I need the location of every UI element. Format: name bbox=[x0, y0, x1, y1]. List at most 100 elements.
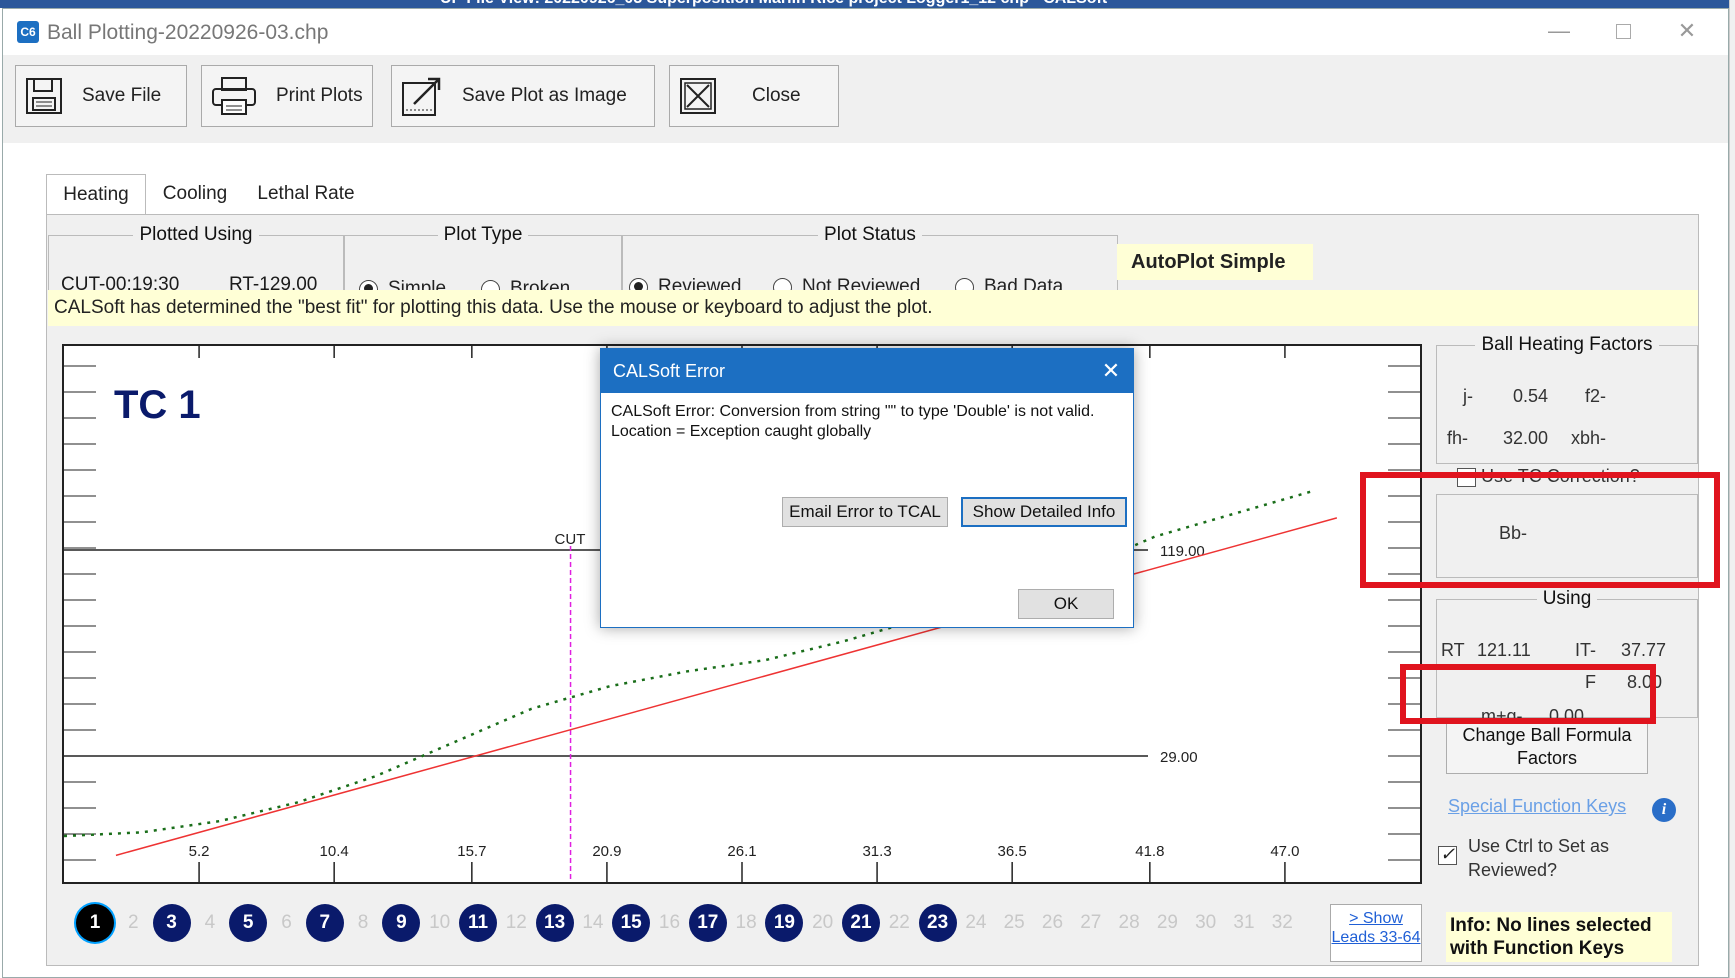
printer-icon bbox=[212, 77, 256, 115]
show-leads-link[interactable]: > Show Leads 33-64 bbox=[1330, 904, 1422, 962]
lead-5-button[interactable]: 5 bbox=[229, 904, 268, 942]
tab-lethal-rate[interactable]: Lethal Rate bbox=[248, 174, 364, 214]
lead-6-button[interactable]: 6 bbox=[268, 904, 306, 942]
ball-factors-group: Ball Heating Factors j- 0.54 f2- fh- 32.… bbox=[1436, 334, 1698, 487]
lead-30-button[interactable]: 30 bbox=[1187, 904, 1225, 942]
reference-label-upper: 119.00 bbox=[1160, 543, 1205, 560]
plot-type-legend: Plot Type bbox=[443, 224, 523, 245]
lead-28-button[interactable]: 28 bbox=[1110, 904, 1148, 942]
tab-cooling[interactable]: Cooling bbox=[150, 174, 240, 214]
lead-23-button[interactable]: 23 bbox=[918, 904, 957, 942]
j-label: j- bbox=[1463, 386, 1473, 406]
lead-8-button[interactable]: 8 bbox=[344, 904, 382, 942]
error-dialog-title[interactable]: CALSoft Error bbox=[601, 349, 1133, 393]
lead-21-button[interactable]: 21 bbox=[842, 904, 880, 942]
background-window-edge bbox=[1729, 0, 1735, 978]
close-box-icon bbox=[680, 78, 716, 114]
highlight-box-mg bbox=[1400, 664, 1656, 724]
f2-label: f2- bbox=[1585, 386, 1607, 406]
close-window-button[interactable]: ✕ bbox=[1667, 15, 1707, 47]
email-error-button[interactable]: Email Error to TCAL bbox=[782, 497, 948, 527]
info-icon[interactable]: i bbox=[1652, 798, 1676, 822]
fh-value: 32.00 bbox=[1503, 428, 1549, 448]
error-message-line2: Location = Exception caught globally bbox=[611, 423, 872, 440]
window-title: Ball Plotting-20220926-03.chp bbox=[47, 21, 329, 44]
using-it-label: IT- bbox=[1575, 640, 1596, 660]
lead-10-button[interactable]: 10 bbox=[421, 904, 459, 942]
using-it-value: 37.77 bbox=[1621, 640, 1667, 660]
x-tick-label: 36.5 bbox=[998, 843, 1027, 860]
background-window-title: UP File View: 20220926_03 Superposition … bbox=[440, 0, 1107, 8]
error-dialog: CALSoft Error ✕ CALSoft Error: Conversio… bbox=[600, 348, 1134, 628]
x-tick-label: 26.1 bbox=[727, 843, 756, 860]
chart-title: TC 1 bbox=[114, 383, 201, 427]
lead-14-button[interactable]: 14 bbox=[574, 904, 612, 942]
lead-15-button[interactable]: 15 bbox=[612, 904, 651, 942]
error-dialog-title-text: CALSoft Error bbox=[613, 360, 726, 381]
close-button[interactable]: Close bbox=[669, 65, 839, 127]
plot-type-group: Plot Type Simple Broken bbox=[344, 224, 622, 299]
j-value: 0.54 bbox=[1513, 386, 1549, 406]
floppy-disk-icon bbox=[26, 78, 62, 114]
toolbar: Save File Print Plots Save Plot as Image… bbox=[3, 55, 1728, 143]
lead-20-button[interactable]: 20 bbox=[804, 904, 842, 942]
reference-label-lower: 29.00 bbox=[1160, 749, 1198, 766]
xbh-label: xbh- bbox=[1571, 428, 1607, 448]
save-file-label: Save File bbox=[82, 85, 162, 106]
plotted-using-group: Plotted Using CUT-00:19:30 RT-129.00 bbox=[48, 224, 344, 295]
error-message-line1: CALSoft Error: Conversion from string ""… bbox=[611, 403, 1095, 420]
lead-13-button[interactable]: 13 bbox=[535, 904, 574, 942]
title-bar[interactable]: C6 Ball Plotting-20220926-03.chp — ✕ bbox=[3, 9, 1728, 55]
ok-button[interactable]: OK bbox=[1018, 589, 1114, 619]
using-rt-value: 121.11 bbox=[1477, 640, 1531, 660]
show-detailed-info-button[interactable]: Show Detailed Info bbox=[961, 497, 1127, 527]
lead-17-button[interactable]: 17 bbox=[688, 904, 727, 942]
use-ctrl-label: Use Ctrl to Set as Reviewed? bbox=[1468, 836, 1610, 880]
background-window-titlebar: UP File View: 20220926_03 Superposition … bbox=[0, 0, 1735, 8]
dialog-close-icon[interactable]: ✕ bbox=[1095, 355, 1127, 387]
lead-24-button[interactable]: 24 bbox=[957, 904, 995, 942]
cut-label: CUT bbox=[555, 531, 586, 548]
lead-16-button[interactable]: 16 bbox=[651, 904, 689, 942]
lead-3-button[interactable]: 3 bbox=[152, 904, 191, 942]
info-message: CALSoft has determined the "best fit" fo… bbox=[48, 290, 1698, 326]
special-function-keys-link[interactable]: Special Function Keys bbox=[1448, 796, 1626, 817]
x-tick-label: 15.7 bbox=[457, 843, 486, 860]
lead-25-button[interactable]: 25 bbox=[995, 904, 1033, 942]
save-plot-image-label: Save Plot as Image bbox=[462, 85, 627, 106]
function-keys-info: Info: No lines selected with Function Ke… bbox=[1446, 912, 1672, 962]
x-tick-label: 20.9 bbox=[592, 843, 621, 860]
print-plots-button[interactable]: Print Plots bbox=[201, 65, 373, 127]
using-rt-label: RT bbox=[1441, 640, 1465, 660]
x-tick-label: 10.4 bbox=[320, 843, 349, 860]
highlight-box-bb bbox=[1360, 472, 1720, 588]
lead-4-button[interactable]: 4 bbox=[191, 904, 229, 942]
fh-label: fh- bbox=[1447, 428, 1469, 448]
app-icon: C6 bbox=[17, 21, 39, 43]
tab-heating[interactable]: Heating bbox=[46, 174, 146, 214]
plot-status-legend: Plot Status bbox=[824, 224, 916, 245]
save-file-button[interactable]: Save File bbox=[15, 65, 187, 127]
lead-1-button[interactable]: 1 bbox=[76, 904, 114, 942]
plot-status-group: Plot Status Reviewed Not Reviewed Bad Da… bbox=[622, 224, 1118, 297]
x-tick-label: 41.8 bbox=[1135, 843, 1164, 860]
x-tick-label: 5.2 bbox=[189, 843, 210, 860]
change-factors-button[interactable]: Change Ball Formula Factors bbox=[1446, 720, 1648, 774]
save-plot-image-button[interactable]: Save Plot as Image bbox=[391, 65, 655, 127]
close-label: Close bbox=[752, 85, 801, 106]
lead-7-button[interactable]: 7 bbox=[305, 904, 344, 942]
ball-factors-legend: Ball Heating Factors bbox=[1481, 334, 1653, 355]
x-tick-label: 47.0 bbox=[1270, 843, 1299, 860]
print-plots-label: Print Plots bbox=[276, 85, 363, 106]
lead-31-button[interactable]: 31 bbox=[1225, 904, 1263, 942]
lead-11-button[interactable]: 11 bbox=[459, 904, 497, 942]
export-image-icon bbox=[402, 77, 441, 116]
minimize-button[interactable]: — bbox=[1539, 15, 1579, 47]
lead-18-button[interactable]: 18 bbox=[727, 904, 765, 942]
plotted-using-legend: Plotted Using bbox=[139, 224, 253, 245]
lead-26-button[interactable]: 26 bbox=[1034, 904, 1072, 942]
autoplot-indicator: AutoPlot Simple bbox=[1117, 244, 1313, 280]
lead-27-button[interactable]: 27 bbox=[1072, 904, 1110, 942]
use-ctrl-checkbox[interactable] bbox=[1438, 844, 1457, 865]
maximize-button[interactable] bbox=[1603, 15, 1643, 47]
